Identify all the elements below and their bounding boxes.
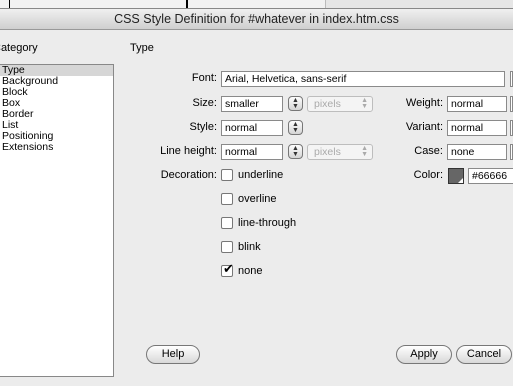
style-stepper[interactable]: ▲ ▼ xyxy=(288,120,303,135)
dialog-title: CSS Style Definition for #whatever in in… xyxy=(0,9,513,30)
decoration-label: Decoration: xyxy=(160,169,217,181)
weight-label: Weight: xyxy=(405,97,443,109)
style-label: Style: xyxy=(189,121,217,133)
overline-checkbox[interactable] xyxy=(221,193,233,205)
color-field[interactable]: #66666 xyxy=(468,168,513,184)
size-label: Size: xyxy=(192,97,217,109)
size-units-select[interactable]: pixels ▲ ▼ xyxy=(307,96,373,112)
stepper-arrows-icon: ▲ ▼ xyxy=(292,121,299,134)
case-field[interactable]: none xyxy=(447,144,507,160)
blink-checkbox[interactable] xyxy=(221,241,233,253)
font-field[interactable]: Arial, Helvetica, sans-serif xyxy=(221,71,505,87)
apply-button[interactable]: Apply xyxy=(396,345,452,364)
background-window-toolbar xyxy=(325,0,513,8)
help-button[interactable]: Help xyxy=(146,345,200,364)
variant-label: Variant: xyxy=(405,121,443,133)
background-window-edge xyxy=(186,0,188,8)
css-style-definition-dialog: CSS Style Definition for #whatever in in… xyxy=(0,8,513,386)
checkmark-icon: ✔ xyxy=(223,261,234,276)
swatch-dropdown-icon xyxy=(458,178,463,183)
category-header: Category xyxy=(0,42,38,54)
size-units-value: pixels xyxy=(314,98,341,110)
case-label: Case: xyxy=(414,145,443,157)
line-height-field[interactable]: normal xyxy=(221,144,283,160)
line-height-units-select[interactable]: pixels ▲ ▼ xyxy=(307,144,373,160)
color-label: Color: xyxy=(413,169,443,181)
overline-label: overline xyxy=(238,193,277,205)
weight-field[interactable]: normal xyxy=(447,96,507,112)
size-field[interactable]: smaller xyxy=(221,96,283,112)
line-height-units-value: pixels xyxy=(314,146,341,158)
background-window-edge xyxy=(9,0,10,8)
none-label: none xyxy=(238,265,263,277)
stepper-arrows-icon: ▲ ▼ xyxy=(292,145,299,158)
underline-label: underline xyxy=(238,169,284,181)
panel-header: Type xyxy=(130,42,154,54)
category-item-extensions[interactable]: Extensions xyxy=(0,142,113,153)
font-label: Font: xyxy=(191,72,217,84)
underline-checkbox[interactable] xyxy=(221,169,233,181)
variant-field[interactable]: normal xyxy=(447,120,507,136)
color-swatch[interactable] xyxy=(448,168,464,184)
line-height-stepper[interactable]: ▲ ▼ xyxy=(288,144,303,159)
none-checkbox[interactable]: ✔ xyxy=(221,261,234,277)
select-arrows-icon: ▲ ▼ xyxy=(361,145,368,158)
stepper-arrows-icon: ▲ ▼ xyxy=(292,97,299,110)
cancel-button[interactable]: Cancel xyxy=(456,345,512,364)
blink-label: blink xyxy=(238,241,261,253)
line-through-checkbox[interactable] xyxy=(221,217,233,229)
select-arrows-icon: ▲ ▼ xyxy=(361,97,368,110)
size-stepper[interactable]: ▲ ▼ xyxy=(288,96,303,111)
line-through-label: line-through xyxy=(238,217,297,229)
style-field[interactable]: normal xyxy=(221,120,283,136)
category-list: Type Background Block Box Border List Po… xyxy=(0,64,114,377)
line-height-label: Line height: xyxy=(160,145,217,157)
